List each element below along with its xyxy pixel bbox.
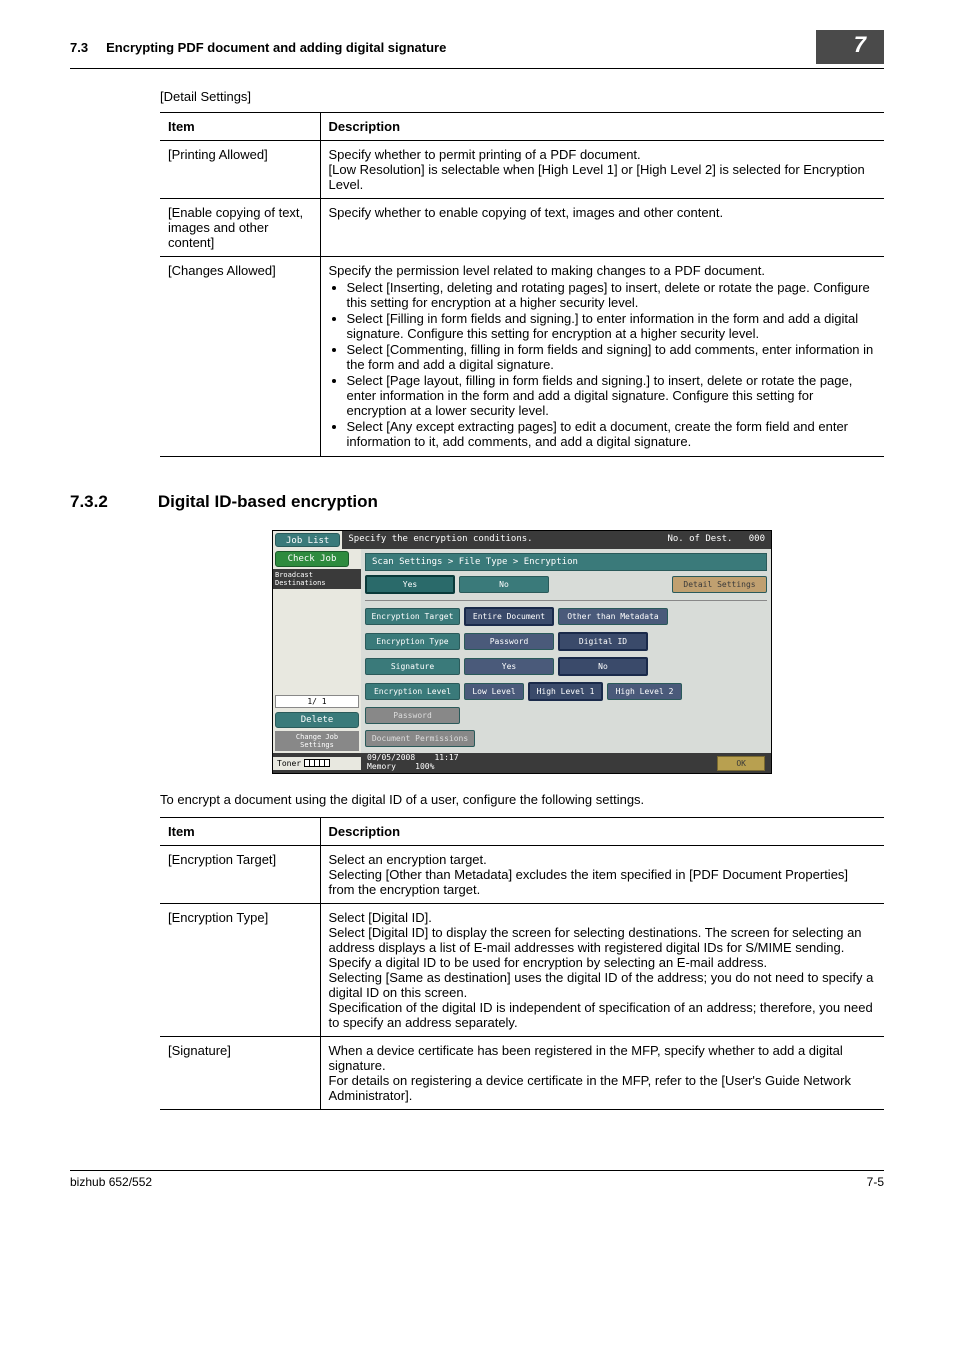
instruction-bar: Specify the encryption conditions. No. o…: [342, 531, 771, 549]
desc-cell: Select [Digital ID]. Select [Digital ID]…: [320, 904, 884, 1037]
bullet-list: Select [Inserting, deleting and rotating…: [329, 280, 877, 449]
item-cell: [Enable copying of text, images and othe…: [160, 199, 320, 257]
table-row: [Printing Allowed] Specify whether to pe…: [160, 141, 884, 199]
dest-count: No. of Dest. 000: [667, 534, 765, 546]
col-desc: Description: [320, 113, 884, 141]
encryption-level-label: Encryption Level: [365, 683, 460, 700]
col-desc: Description: [320, 818, 884, 846]
item-cell: [Signature]: [160, 1037, 320, 1110]
desc-cell: Specify the permission level related to …: [320, 257, 884, 457]
status-bar: 09/05/2008 11:17 Memory 100%: [361, 754, 711, 772]
job-list-tab[interactable]: Job List: [275, 533, 340, 547]
pager: 1/ 1: [275, 695, 359, 708]
other-than-metadata-button[interactable]: Other than Metadata: [558, 608, 668, 625]
password-button[interactable]: Password: [464, 633, 554, 650]
table-row: [Signature] When a device certificate ha…: [160, 1037, 884, 1110]
encryption-type-label: Encryption Type: [365, 633, 460, 650]
sig-no-button[interactable]: No: [558, 657, 648, 676]
list-item: Select [Inserting, deleting and rotating…: [347, 280, 877, 310]
desc-cell: When a device certificate has been regis…: [320, 1037, 884, 1110]
table-row: [Encryption Target] Select an encryption…: [160, 846, 884, 904]
breadcrumb: Scan Settings > File Type > Encryption: [365, 553, 767, 571]
desc-intro: Specify the permission level related to …: [329, 263, 765, 278]
high-level-1-button[interactable]: High Level 1: [528, 682, 603, 701]
delete-button[interactable]: Delete: [275, 712, 359, 728]
item-cell: [Changes Allowed]: [160, 257, 320, 457]
digital-id-button[interactable]: Digital ID: [558, 632, 648, 651]
col-item: Item: [160, 113, 320, 141]
section-num: 7.3.2: [70, 492, 108, 512]
signature-label: Signature: [365, 658, 460, 675]
toner-indicator: Toner: [273, 757, 361, 770]
desc-cell: Specify whether to enable copying of tex…: [320, 199, 884, 257]
instruction-text: Specify the encryption conditions.: [348, 534, 532, 546]
table-row: [Encryption Type] Select [Digital ID]. S…: [160, 904, 884, 1037]
chapter-badge: 7: [816, 30, 884, 64]
page-header: 7.3 Encrypting PDF document and adding d…: [70, 30, 884, 69]
detail-settings-table: Item Description [Printing Allowed] Spec…: [160, 112, 884, 457]
desc-cell: Specify whether to permit printing of a …: [320, 141, 884, 199]
body-text: To encrypt a document using the digital …: [160, 792, 884, 807]
footer-left: bizhub 652/552: [70, 1175, 152, 1189]
detail-settings-label: [Detail Settings]: [160, 89, 884, 104]
table-row: [Enable copying of text, images and othe…: [160, 199, 884, 257]
toner-bars-icon: [304, 759, 330, 767]
col-item: Item: [160, 818, 320, 846]
list-item: Select [Page layout, filling in form fie…: [347, 373, 877, 418]
broadcast-label: Broadcast Destinations: [273, 569, 361, 589]
password-settings-button[interactable]: Password: [365, 707, 460, 724]
no-button[interactable]: No: [459, 576, 549, 593]
detail-settings-button[interactable]: Detail Settings: [672, 576, 767, 593]
item-cell: [Printing Allowed]: [160, 141, 320, 199]
low-level-button[interactable]: Low Level: [464, 683, 524, 700]
page-footer: bizhub 652/552 7-5: [70, 1170, 884, 1189]
desc-cell: Select an encryption target. Selecting […: [320, 846, 884, 904]
encryption-target-label: Encryption Target: [365, 608, 460, 625]
document-permissions-button[interactable]: Document Permissions: [365, 730, 475, 747]
section-heading: 7.3.2 Digital ID-based encryption: [70, 492, 884, 512]
high-level-2-button[interactable]: High Level 2: [607, 683, 682, 700]
header-section-num: 7.3: [70, 40, 88, 55]
sig-yes-button[interactable]: Yes: [464, 658, 554, 675]
item-cell: [Encryption Target]: [160, 846, 320, 904]
header-title: Encrypting PDF document and adding digit…: [106, 40, 446, 55]
table-row: [Changes Allowed] Specify the permission…: [160, 257, 884, 457]
item-cell: [Encryption Type]: [160, 904, 320, 1037]
list-item: Select [Any except extracting pages] to …: [347, 419, 877, 449]
yes-button[interactable]: Yes: [365, 575, 455, 594]
entire-document-button[interactable]: Entire Document: [464, 607, 554, 626]
digital-id-table: Item Description [Encryption Target] Sel…: [160, 817, 884, 1110]
mfp-screenshot: Job List Specify the encryption conditio…: [272, 530, 772, 774]
change-job-settings-button[interactable]: Change Job Settings: [275, 731, 359, 751]
list-item: Select [Commenting, filling in form fiel…: [347, 342, 877, 372]
footer-right: 7-5: [867, 1175, 884, 1189]
section-title: Digital ID-based encryption: [158, 492, 378, 512]
ok-button[interactable]: OK: [717, 756, 765, 771]
list-item: Select [Filling in form fields and signi…: [347, 311, 877, 341]
header-left: 7.3 Encrypting PDF document and adding d…: [70, 40, 446, 55]
check-job-button[interactable]: Check Job: [275, 551, 349, 567]
